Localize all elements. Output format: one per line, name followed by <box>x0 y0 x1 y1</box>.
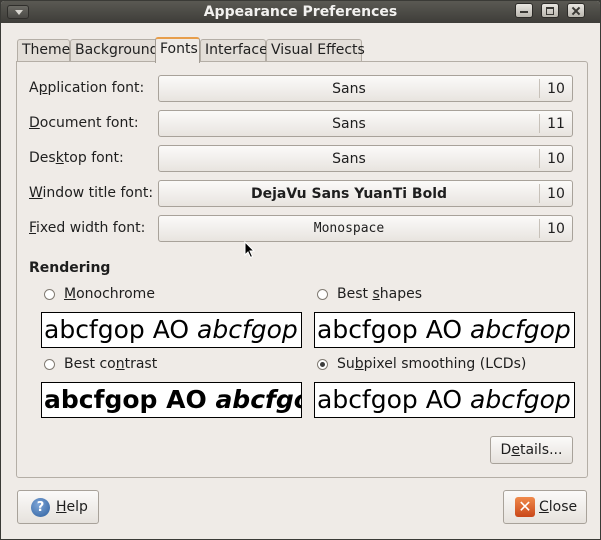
window-title-font-button[interactable]: DejaVu Sans YuanTi Bold 10 <box>158 180 573 207</box>
desktop-font-name: Sans <box>332 151 366 167</box>
radio-indicator-selected[interactable] <box>317 359 328 370</box>
radio-indicator[interactable] <box>44 289 55 300</box>
application-font-name: Sans <box>332 81 366 97</box>
tab-visual-effects[interactable]: Visual Effects <box>266 39 365 62</box>
desktop-font-button[interactable]: Sans 10 <box>158 145 573 172</box>
document-font-label: Document font: <box>29 115 139 131</box>
maximize-button[interactable] <box>541 3 559 18</box>
radio-indicator[interactable] <box>317 289 328 300</box>
desktop-font-size: 10 <box>547 151 565 167</box>
appearance-preferences-window: Appearance Preferences Theme Background … <box>0 0 601 540</box>
subpixel-smoothing-preview[interactable]: abcfgop AO abcfgop <box>314 382 575 418</box>
best-contrast-preview[interactable]: abcfgop AO abcfgop <box>41 382 302 418</box>
tab-fonts[interactable]: Fonts <box>155 37 200 63</box>
window-title: Appearance Preferences <box>203 4 398 20</box>
fixed-width-font-button[interactable]: Monospace 10 <box>158 215 573 242</box>
window-title-font-label: Window title font: <box>29 185 154 201</box>
monochrome-preview[interactable]: abcfgop AO abcfgop <box>41 312 302 348</box>
minimize-button[interactable] <box>515 3 533 18</box>
window-title-font-name: DejaVu Sans YuanTi Bold <box>250 186 448 202</box>
application-font-size: 10 <box>547 81 565 97</box>
document-font-size: 11 <box>547 116 565 132</box>
details-button[interactable]: Details... <box>490 436 573 464</box>
help-icon: ? <box>31 498 50 517</box>
rendering-heading: Rendering <box>29 260 111 276</box>
radio-indicator[interactable] <box>44 359 55 370</box>
window-title-font-size: 10 <box>547 186 565 202</box>
document-font-button[interactable]: Sans 11 <box>158 110 573 137</box>
mouse-pointer-icon <box>244 241 256 259</box>
fixed-width-font-label: Fixed width font: <box>29 220 146 236</box>
best-shapes-label: Best shapes <box>337 286 422 302</box>
application-font-button[interactable]: Sans 10 <box>158 75 573 102</box>
tab-theme[interactable]: Theme <box>17 39 70 62</box>
best-contrast-label: Best contrast <box>64 356 158 372</box>
titlebar[interactable]: Appearance Preferences <box>1 1 600 23</box>
help-label: Help <box>56 499 88 515</box>
desktop-font-label: Desktop font: <box>29 150 124 166</box>
close-label: Close <box>539 499 578 515</box>
fixed-width-font-name: Monospace <box>313 221 385 236</box>
application-font-label: Application font: <box>29 80 145 96</box>
close-icon: ✕ <box>515 497 535 517</box>
close-button[interactable]: ✕ Close <box>503 490 587 524</box>
document-font-name: Sans <box>332 116 366 132</box>
help-button[interactable]: ? Help <box>17 490 99 524</box>
fixed-width-font-size: 10 <box>547 221 565 237</box>
monochrome-label: Monochrome <box>64 286 155 302</box>
tab-interface[interactable]: Interface <box>200 39 268 62</box>
subpixel-smoothing-label: Subpixel smoothing (LCDs) <box>337 356 527 372</box>
best-shapes-preview[interactable]: abcfgop AO abcfgop <box>314 312 575 348</box>
window-close-button[interactable] <box>567 3 585 18</box>
